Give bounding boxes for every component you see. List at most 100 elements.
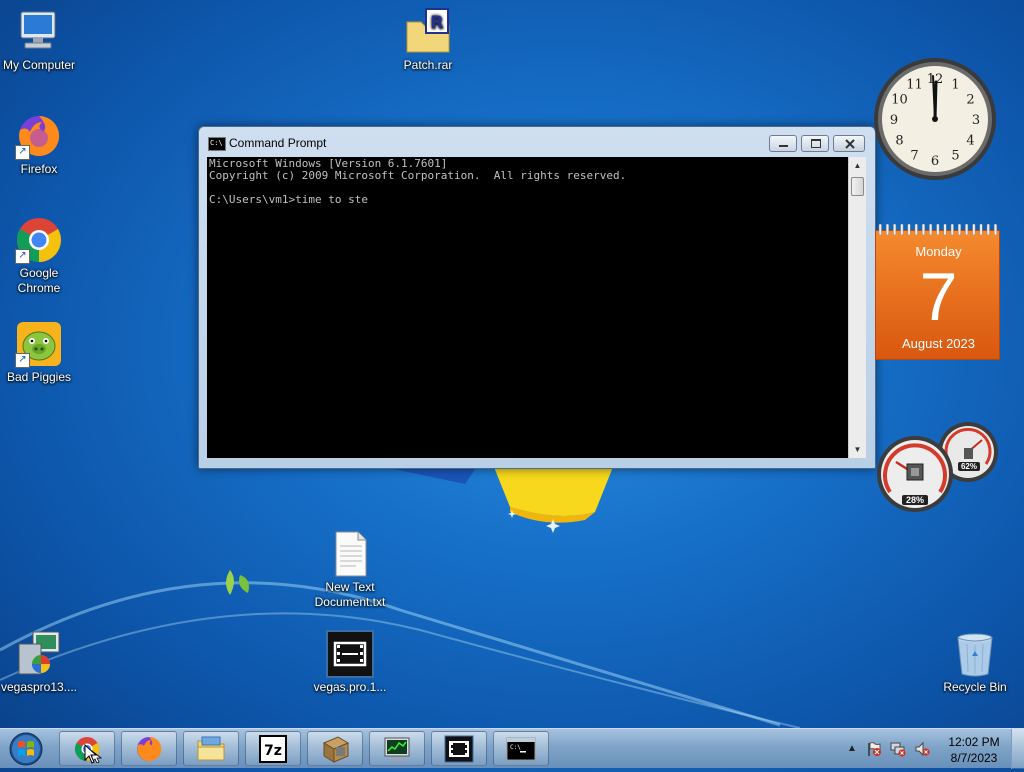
- calendar-page: Monday 7 August 2023: [875, 230, 1000, 360]
- svg-text:C:\: C:\: [510, 744, 521, 751]
- clock-gadget[interactable]: 12 1234567891011: [872, 56, 998, 182]
- calendar-ring: [950, 224, 954, 236]
- console-text: Microsoft Windows [Version 6.1.7601] Cop…: [209, 158, 626, 206]
- recycle-bin-icon: [957, 633, 993, 677]
- task-manager-icon: [384, 737, 410, 761]
- folder-icon: [197, 736, 225, 761]
- calendar-ring: [929, 224, 933, 236]
- action-center-flag-icon[interactable]: [866, 741, 882, 757]
- close-button[interactable]: [833, 135, 865, 152]
- system-tray: ▲ 12:02 PM 8/7/2023: [840, 729, 1024, 769]
- close-icon: [845, 139, 855, 149]
- rar-archive-icon: R: [406, 8, 450, 53]
- computer-icon: [20, 11, 56, 49]
- scroll-up-icon[interactable]: ▲: [849, 157, 866, 174]
- desktop-icon-recycle-bin[interactable]: Recycle Bin: [933, 630, 1017, 695]
- window-titlebar[interactable]: C:\ Command Prompt: [199, 127, 875, 157]
- volume-muted-icon[interactable]: [914, 741, 930, 757]
- scroll-down-icon[interactable]: ▼: [849, 441, 866, 458]
- window-title: Command Prompt: [229, 136, 327, 150]
- desktop-icon-label: vegaspro13....: [0, 680, 78, 694]
- taskbar-button-file-explorer[interactable]: [183, 731, 239, 766]
- cpu-percent: 28%: [902, 495, 928, 505]
- calendar-ring: [993, 224, 997, 236]
- film-icon: [326, 630, 374, 678]
- clock-numeral: 7: [910, 149, 918, 164]
- cpu-meter-gadget[interactable]: 28% 62%: [874, 420, 1002, 516]
- desktop-icon-label: My Computer: [2, 58, 76, 72]
- taskbar-button-firefox[interactable]: [121, 731, 177, 766]
- calendar-day-number: 7: [919, 259, 958, 335]
- minimize-icon: [779, 145, 788, 147]
- taskbar-button-7zip[interactable]: 7z: [245, 731, 301, 766]
- calendar-rings-icon: [878, 224, 997, 236]
- console-prompt-line: C:\Users\vm1>time to ste: [209, 193, 368, 206]
- memory-percent: 62%: [958, 462, 980, 471]
- calendar-ring: [979, 224, 983, 236]
- taskbar: 7z C:\ ▲ 12:02 PM 8/7/2023: [0, 728, 1024, 769]
- calendar-ring: [936, 224, 940, 236]
- show-hidden-icons-icon[interactable]: ▲: [844, 741, 860, 757]
- taskbar-clock[interactable]: 12:02 PM 8/7/2023: [944, 734, 1004, 766]
- calendar-ring: [914, 224, 918, 236]
- show-desktop-button[interactable]: [1011, 729, 1024, 769]
- taskbar-button-task-manager[interactable]: [369, 731, 425, 766]
- shortcut-arrow-icon: ↗: [15, 353, 30, 368]
- taskbar-button-vegas[interactable]: [431, 731, 487, 766]
- vertical-scrollbar[interactable]: ▲ ▼: [848, 157, 866, 458]
- desktop-icon-bad-piggies[interactable]: ↗ Bad Piggies: [0, 320, 81, 385]
- taskbar-button-installer[interactable]: [307, 731, 363, 766]
- desktop-icon-google-chrome[interactable]: ↗ Google Chrome: [0, 216, 81, 296]
- desktop-icon-my-computer[interactable]: My Computer: [0, 8, 81, 73]
- mouse-cursor-icon: [84, 744, 98, 764]
- taskbar-button-command-prompt[interactable]: C:\: [493, 731, 549, 766]
- maximize-icon: [811, 139, 821, 148]
- desktop-icon-firefox[interactable]: ↗ Firefox: [0, 112, 81, 177]
- network-icon[interactable]: [890, 741, 906, 757]
- desktop-icon-label: New Text Document.txt: [314, 580, 386, 609]
- cpu-meter-dials: [877, 422, 998, 512]
- calendar-ring: [878, 224, 882, 236]
- calendar-ring: [921, 224, 925, 236]
- calendar-ring: [965, 224, 969, 236]
- shortcut-arrow-icon: ↗: [15, 145, 30, 160]
- calendar-month-year: August 2023: [901, 336, 975, 351]
- desktop-icon-label: Firefox: [20, 162, 58, 176]
- clock-numeral: 4: [966, 134, 974, 149]
- film-icon: [444, 735, 474, 763]
- calendar-ring: [893, 224, 897, 236]
- installer-icon: [322, 736, 350, 763]
- shortcut-arrow-icon: ↗: [15, 249, 30, 264]
- clock-numeral: 1: [951, 78, 959, 93]
- console-output[interactable]: Microsoft Windows [Version 6.1.7601] Cop…: [207, 157, 848, 458]
- desktop-icon-label: Patch.rar: [403, 58, 453, 72]
- clock-numeral: 9: [890, 113, 898, 128]
- maximize-button[interactable]: [801, 135, 829, 152]
- calendar-ring: [957, 224, 961, 236]
- scrollbar-thumb[interactable]: [851, 177, 864, 196]
- calendar-ring: [972, 224, 976, 236]
- wallpaper-swirl: [0, 570, 801, 729]
- calendar-ring: [900, 224, 904, 236]
- clock-numeral: 6: [931, 154, 939, 169]
- calendar-gadget[interactable]: Monday 7 August 2023: [875, 224, 1000, 360]
- minimize-button[interactable]: [769, 135, 797, 152]
- desktop-icon-vegaspro-installer[interactable]: vegaspro13....: [0, 630, 81, 695]
- installer-icon: [18, 631, 60, 675]
- calendar-day-name: Monday: [915, 244, 962, 259]
- clock-numeral: 3: [972, 113, 980, 128]
- clock-date: 8/7/2023: [950, 751, 998, 765]
- calendar-ring: [885, 224, 889, 236]
- desktop-icon-label: vegas.pro.1...: [313, 680, 387, 694]
- command-prompt-window[interactable]: C:\ Command Prompt Microsoft Windows [Ve…: [198, 126, 876, 469]
- windows-orb-icon: [9, 732, 43, 766]
- desktop-icon-vegas-pro[interactable]: vegas.pro.1...: [308, 630, 392, 695]
- desktop-icon-new-text-document[interactable]: New Text Document.txt: [308, 530, 392, 610]
- svg-text:7z: 7z: [264, 743, 282, 759]
- clock-numeral: 5: [951, 149, 959, 164]
- start-button[interactable]: [6, 731, 46, 767]
- desktop-icon-label: Google Chrome: [17, 266, 61, 295]
- clock-numeral: 10: [891, 93, 908, 108]
- clock-numeral: 8: [895, 134, 903, 149]
- desktop-icon-patch-rar[interactable]: R Patch.rar: [386, 8, 470, 73]
